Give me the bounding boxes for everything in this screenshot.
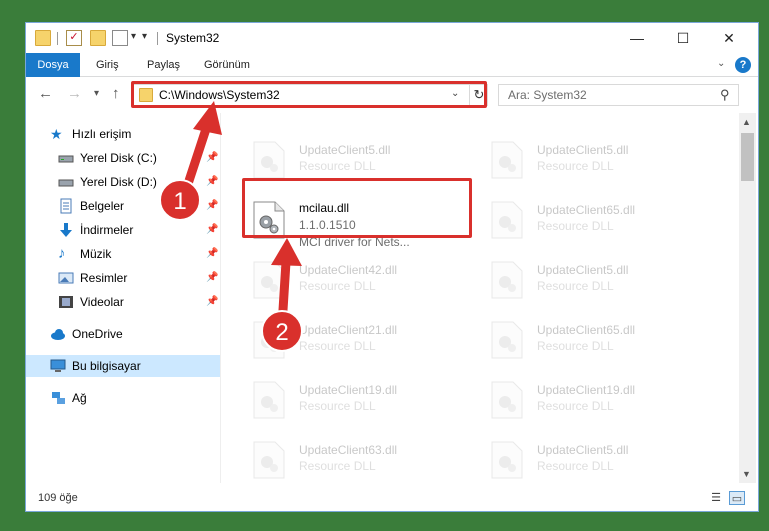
callout-arrows: 1 2 <box>159 101 303 352</box>
callout-label-1: 1 <box>173 188 186 215</box>
callout-badge-1: 1 <box>159 179 201 221</box>
callout-badge-2: 2 <box>261 310 303 352</box>
callout-label-2: 2 <box>275 319 288 346</box>
